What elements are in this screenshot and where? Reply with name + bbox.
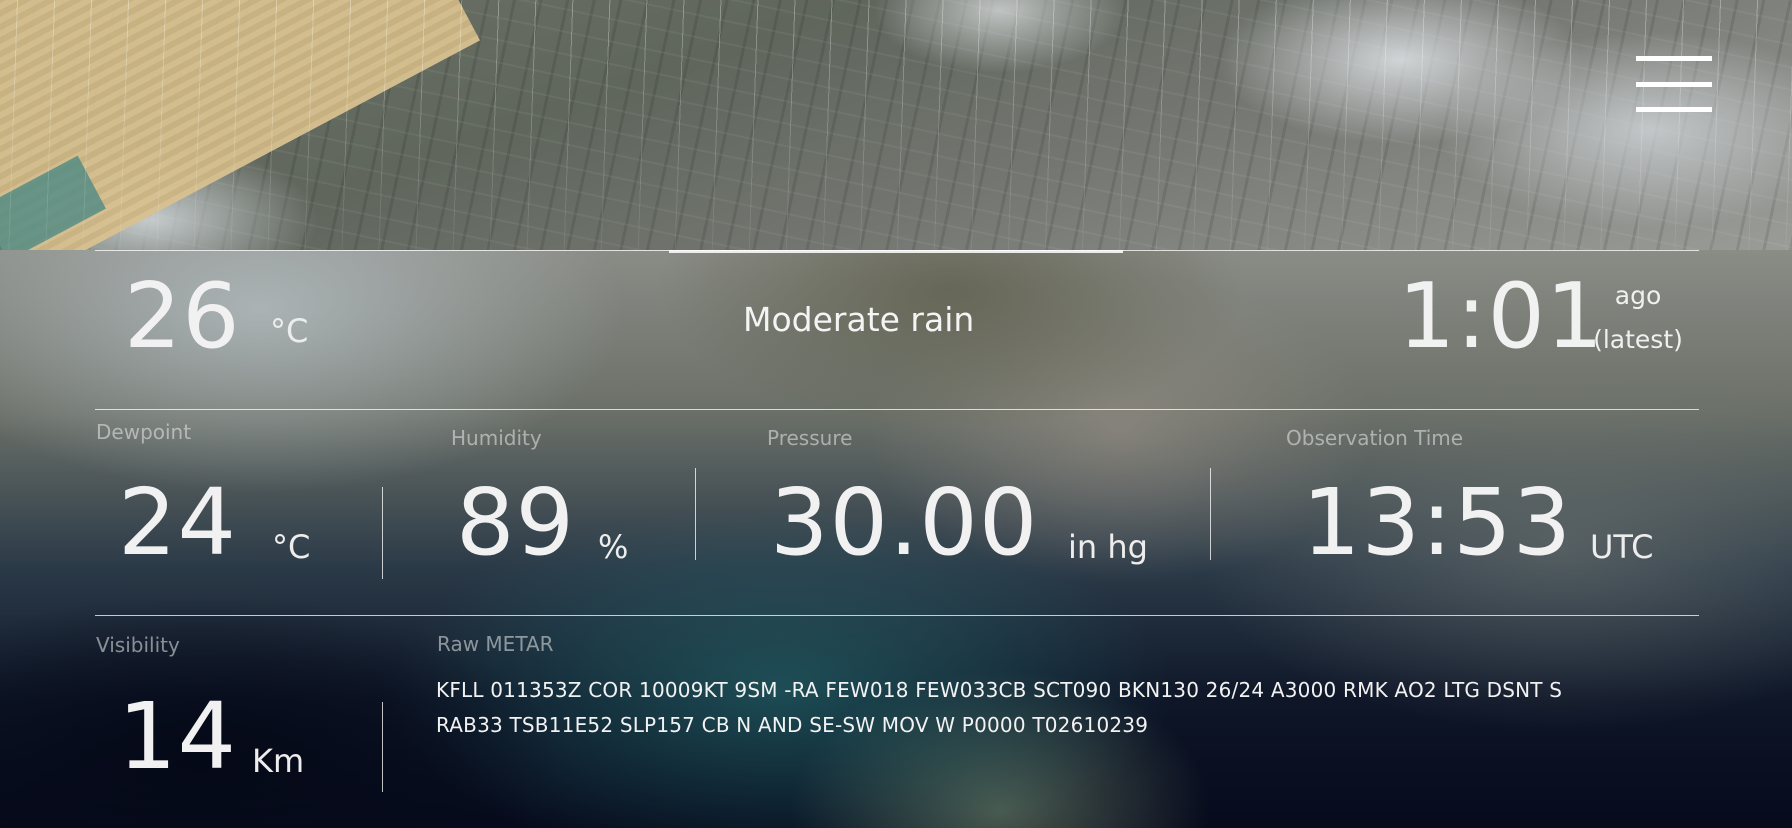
separator (382, 702, 383, 792)
humidity-label: Humidity (451, 426, 542, 450)
separator (1210, 468, 1211, 560)
separator (382, 487, 383, 579)
raw-metar-line-2: RAB33 TSB11E52 SLP157 CB N AND SE-SW MOV… (436, 713, 1149, 737)
visibility-unit: Km (252, 742, 305, 780)
separator (695, 468, 696, 560)
dewpoint-unit: °C (272, 528, 311, 566)
divider-middle (95, 409, 1699, 410)
divider-bottom (95, 615, 1699, 616)
elapsed-time: 1:01 (1398, 264, 1605, 369)
menu-bar (1636, 81, 1712, 87)
raw-metar-text: KFLL 011353Z COR 10009KT 9SM -RA FEW018 … (436, 673, 1696, 743)
visibility-value: 14 (118, 683, 238, 790)
temperature-unit: °C (270, 312, 309, 350)
humidity-value: 89 (456, 469, 576, 576)
scroll-indicator[interactable] (669, 250, 1123, 253)
elapsed-suffix-ago: ago (1614, 281, 1662, 310)
observation-time-label: Observation Time (1286, 426, 1464, 450)
observation-time-unit: UTC (1590, 528, 1654, 566)
pressure-unit: in hg (1068, 528, 1148, 566)
condition-text: Moderate rain (743, 300, 975, 339)
raw-metar-line-1: KFLL 011353Z COR 10009KT 9SM -RA FEW018 … (436, 678, 1563, 702)
temperature-value: 26 (124, 264, 241, 369)
humidity-unit: % (598, 528, 629, 566)
menu-bar (1636, 107, 1712, 112)
pressure-value: 30.00 (770, 469, 1039, 576)
visibility-label: Visibility (96, 633, 180, 657)
dewpoint-value: 24 (118, 469, 238, 576)
pressure-label: Pressure (767, 426, 853, 450)
elapsed-suffix-latest: (latest) (1593, 325, 1683, 354)
rain-streaks (0, 0, 1792, 250)
observation-time-value: 13:53 (1302, 469, 1573, 576)
menu-bar (1636, 56, 1712, 61)
raw-metar-label: Raw METAR (437, 632, 554, 656)
dewpoint-label: Dewpoint (96, 420, 192, 444)
hamburger-menu-icon[interactable] (1636, 56, 1712, 112)
